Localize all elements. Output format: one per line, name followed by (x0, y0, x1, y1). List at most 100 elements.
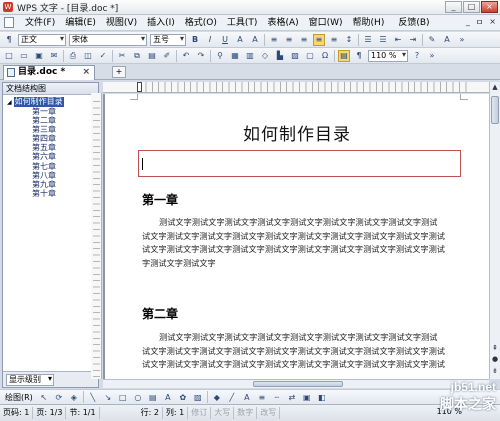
line-icon[interactable]: ╲ (87, 391, 99, 403)
rotate-icon[interactable]: ⟳ (53, 391, 65, 403)
menu-tools[interactable]: 工具(T) (222, 16, 263, 30)
3d-icon[interactable]: ◧ (316, 391, 328, 403)
justify-icon[interactable]: ≡ (313, 33, 325, 46)
document-title[interactable]: 如何制作目录 (105, 120, 489, 145)
tab-close-icon[interactable]: × (82, 66, 90, 79)
prev-page-icon[interactable]: ⇞ (491, 344, 499, 353)
nav-chapter-1[interactable]: 第一章 (7, 107, 98, 116)
columns-icon[interactable]: ▥ (244, 50, 256, 62)
char-border-icon[interactable]: A (249, 34, 261, 46)
oval-icon[interactable]: ○ (132, 391, 144, 403)
line-spacing-icon[interactable]: ↕ (343, 34, 355, 46)
dash-style-icon[interactable]: ┄ (271, 391, 283, 403)
tab-document[interactable]: 目录.doc * × (3, 65, 95, 80)
menu-table[interactable]: 表格(A) (262, 16, 303, 30)
autoshapes-icon[interactable]: ◈ (68, 391, 80, 403)
font-color-icon[interactable]: A (234, 34, 246, 46)
nav-chapter-6[interactable]: 第六章 (7, 152, 98, 161)
doc-close-button[interactable]: × (489, 17, 496, 28)
toolbar-more-icon[interactable]: » (426, 50, 438, 62)
draw-menu-button[interactable]: 绘图(R) (3, 392, 35, 403)
bold-button[interactable]: B (189, 34, 201, 46)
paste-icon[interactable]: ▤ (146, 50, 158, 62)
next-page-icon[interactable]: ⇟ (491, 367, 499, 376)
italic-button[interactable]: I (204, 34, 216, 46)
styles-pane-icon[interactable]: ¶ (3, 34, 15, 46)
scroll-thumb[interactable] (491, 96, 499, 124)
print-icon[interactable]: ⎙ (67, 50, 79, 62)
nav-chapter-4[interactable]: 第四章 (7, 134, 98, 143)
cut-icon[interactable]: ✂ (116, 50, 128, 62)
format-painter-icon[interactable]: ✐ (161, 50, 173, 62)
nav-chapter-7[interactable]: 第七章 (7, 162, 98, 171)
menu-edit[interactable]: 编辑(E) (60, 16, 101, 30)
table-icon[interactable]: ▦ (229, 50, 241, 62)
help-icon[interactable]: ? (411, 50, 423, 62)
nav-chapter-9[interactable]: 第九章 (7, 180, 98, 189)
nav-chapter-10[interactable]: 第十章 (7, 189, 98, 198)
document-canvas[interactable]: 如何制作目录 第一章 测试文字测试文字测试文字测试文字测试文字测试文字测试文字测… (103, 94, 489, 379)
textbox-icon[interactable]: ▢ (304, 50, 316, 62)
textbox-icon[interactable]: ▤ (147, 391, 159, 403)
image-icon[interactable]: ▨ (289, 50, 301, 62)
rectangle-icon[interactable]: □ (117, 391, 129, 403)
font-color-icon[interactable]: A (241, 391, 253, 403)
new-tab-button[interactable]: + (112, 66, 126, 78)
distribute-icon[interactable]: ≡ (328, 34, 340, 46)
increase-indent-icon[interactable]: ⇥ (407, 34, 419, 46)
menu-help[interactable]: 帮助(H) (348, 16, 390, 30)
toolbar-options-icon[interactable]: » (456, 34, 468, 46)
drawing-icon[interactable]: ◇ (259, 50, 271, 62)
menu-file[interactable]: 文件(F) (20, 16, 60, 30)
numbering-icon[interactable]: ☰ (362, 34, 374, 46)
line-color-icon[interactable]: ╱ (226, 391, 238, 403)
select-objects-icon[interactable]: ↖ (38, 391, 50, 403)
vertical-scrollbar[interactable]: ▲ ⇞ ● ⇟ (489, 82, 500, 379)
shadow-icon[interactable]: ▣ (301, 391, 313, 403)
decrease-indent-icon[interactable]: ⇤ (392, 34, 404, 46)
show-marks-icon[interactable]: ¶ (353, 50, 365, 62)
symbol-icon[interactable]: Ω (319, 50, 331, 62)
chapter-2-heading[interactable]: 第二章 (142, 305, 178, 322)
bullets-icon[interactable]: ☰ (377, 34, 389, 46)
align-right-icon[interactable]: ≡ (298, 34, 310, 46)
wordart-icon[interactable]: A (162, 391, 174, 403)
nav-chapter-3[interactable]: 第三章 (7, 125, 98, 134)
minimize-button[interactable]: _ (445, 1, 462, 13)
highlight-icon[interactable]: ✎ (426, 34, 438, 46)
nav-chapter-8[interactable]: 第八章 (7, 171, 98, 180)
doc-restore-button[interactable]: ㅁ (476, 17, 483, 28)
status-revision[interactable]: 修订 (188, 407, 212, 419)
doc-minimize-button[interactable]: _ (466, 17, 470, 28)
display-level-select[interactable]: 显示级别 (6, 374, 54, 386)
hyperlink-icon[interactable]: ⚲ (214, 50, 226, 62)
status-overtype[interactable]: 改写 (257, 407, 281, 419)
copy-icon[interactable]: ⧉ (131, 50, 143, 62)
align-left-icon[interactable]: ≡ (268, 34, 280, 46)
arrow-icon[interactable]: ↘ (102, 391, 114, 403)
horizontal-scrollbar[interactable] (103, 379, 489, 388)
nav-chapter-2[interactable]: 第二章 (7, 116, 98, 125)
vertical-ruler[interactable] (91, 93, 102, 379)
chapter-1-heading[interactable]: 第一章 (142, 191, 178, 208)
document-page[interactable]: 如何制作目录 第一章 测试文字测试文字测试文字测试文字测试文字测试文字测试文字测… (105, 94, 489, 379)
indent-marker-icon[interactable] (137, 82, 142, 92)
clipart-icon[interactable]: ✿ (177, 391, 189, 403)
menu-window[interactable]: 窗口(W) (304, 16, 348, 30)
menu-insert[interactable]: 插入(I) (142, 16, 180, 30)
font-select[interactable]: 宋体 (69, 33, 147, 46)
menu-feedback[interactable]: 反馈(B) (393, 16, 434, 30)
open-folder-icon[interactable]: ▭ (18, 50, 30, 62)
fill-color-icon[interactable]: ◆ (211, 391, 223, 403)
horizontal-ruler[interactable] (103, 82, 489, 93)
zoom-select[interactable]: 110 % (368, 49, 408, 62)
save-icon[interactable]: ▣ (33, 50, 45, 62)
menu-view[interactable]: 视图(V) (101, 16, 142, 30)
scroll-up-icon[interactable]: ▲ (491, 83, 499, 92)
font-size-select[interactable]: 五号 (150, 33, 186, 46)
picture-icon[interactable]: ▨ (192, 391, 204, 403)
line-style-icon[interactable]: ≡ (256, 391, 268, 403)
undo-icon[interactable]: ↶ (180, 50, 192, 62)
scroll-thumb[interactable] (253, 381, 343, 387)
arrow-style-icon[interactable]: ⇄ (286, 391, 298, 403)
